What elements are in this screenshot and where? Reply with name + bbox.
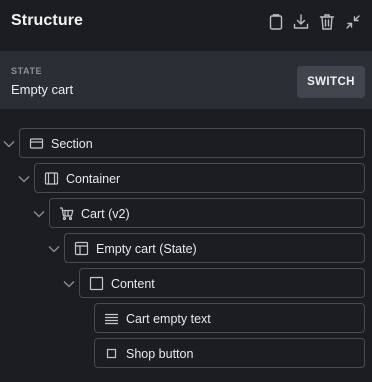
tree-node-label: Empty cart (State) — [96, 242, 197, 256]
tree-node-container[interactable]: Container — [34, 163, 365, 193]
tree-node-empty-cart-state[interactable]: Empty cart (State) — [64, 233, 365, 263]
download-icon[interactable] — [291, 12, 311, 32]
tree-node-label: Cart empty text — [126, 312, 211, 326]
chevron-down-icon[interactable] — [17, 172, 31, 186]
chevron-down-icon[interactable] — [62, 277, 76, 291]
tree-node-cart-empty-text[interactable]: Cart empty text — [94, 303, 365, 333]
tree-node-shop-button[interactable]: Shop button — [94, 338, 365, 368]
container-icon — [44, 171, 59, 186]
box-icon — [89, 276, 104, 291]
state-bar: STATE Empty cart SWITCH — [0, 51, 372, 109]
trash-icon[interactable] — [317, 12, 337, 32]
state-label: STATE — [11, 66, 43, 76]
tree-node-label: Shop button — [126, 347, 194, 361]
clipboard-icon[interactable] — [266, 12, 286, 32]
cart-icon — [59, 206, 74, 221]
text-lines-icon — [104, 311, 119, 326]
panel-header: Structure — [0, 0, 372, 48]
tree-node-cart[interactable]: Cart (v2) — [49, 198, 365, 228]
section-icon — [29, 136, 44, 151]
chevron-down-icon[interactable] — [47, 242, 61, 256]
state-value: Empty cart — [11, 82, 74, 97]
tree-node-content[interactable]: Content — [79, 268, 365, 298]
chevron-down-icon[interactable] — [32, 207, 46, 221]
tree-node-label: Container — [66, 172, 121, 186]
tree-node-label: Content — [111, 277, 155, 291]
collapse-icon[interactable] — [343, 12, 363, 32]
tree-node-label: Cart (v2) — [81, 207, 130, 221]
switch-button[interactable]: SWITCH — [297, 66, 365, 98]
layout-icon — [74, 241, 89, 256]
tree-node-section[interactable]: Section — [19, 128, 365, 158]
chevron-down-icon[interactable] — [2, 137, 16, 151]
button-icon — [104, 346, 119, 361]
panel-title: Structure — [11, 12, 84, 29]
tree-node-label: Section — [51, 137, 93, 151]
